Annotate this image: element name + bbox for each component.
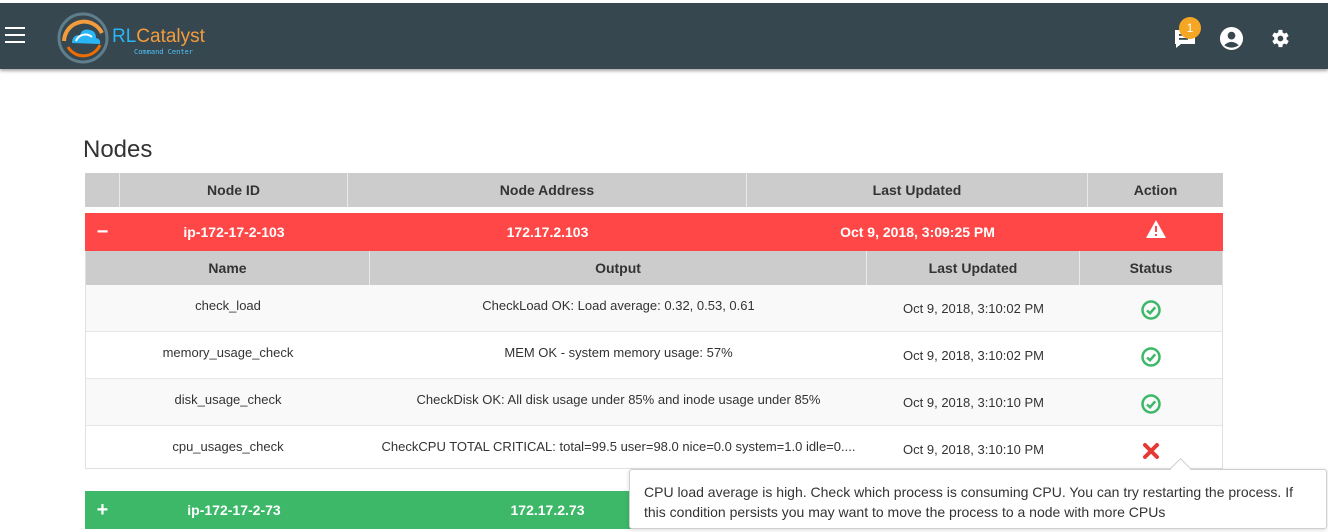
check-row: check_load CheckLoad OK: Load average: 0…: [86, 285, 1222, 332]
node-id: ip-172-17-2-103: [183, 224, 285, 240]
col-header-node-id: Node ID: [120, 173, 348, 207]
checks-col-output: Output: [370, 251, 867, 285]
check-output: MEM OK - system memory usage: 57%: [504, 345, 733, 360]
check-last-updated: Oct 9, 2018, 3:10:10 PM: [903, 395, 1044, 410]
node-row-critical[interactable]: − ip-172-17-2-103 172.17.2.103 Oct 9, 20…: [85, 213, 1223, 251]
checks-table-body: check_load CheckLoad OK: Load average: 0…: [86, 285, 1222, 468]
checks-col-last-updated: Last Updated: [867, 251, 1080, 285]
expand-node-button[interactable]: +: [85, 499, 120, 522]
logo-emblem-icon: [57, 12, 109, 64]
node-id: ip-172-17-2-73: [187, 502, 281, 518]
app-logo[interactable]: RLCatalyst Command Center: [56, 11, 206, 65]
check-output: CheckCPU TOTAL CRITICAL: total=99.5 user…: [381, 439, 856, 454]
brand-name: RLCatalyst: [112, 26, 205, 47]
check-row: memory_usage_check MEM OK - system memor…: [86, 332, 1222, 379]
check-last-updated: Oct 9, 2018, 3:10:02 PM: [903, 301, 1044, 316]
checks-table-header: Name Output Last Updated Status: [86, 251, 1222, 285]
check-last-updated: Oct 9, 2018, 3:10:02 PM: [903, 348, 1044, 363]
check-ok-icon: [1141, 300, 1161, 320]
check-status[interactable]: [1080, 426, 1222, 468]
check-name: disk_usage_check: [174, 392, 282, 407]
col-header-last-updated: Last Updated: [747, 173, 1088, 207]
checks-col-status: Status: [1129, 260, 1173, 276]
check-output: CheckLoad OK: Load average: 0.32, 0.53, …: [482, 298, 755, 313]
notification-count-badge: 1: [1179, 17, 1201, 39]
node-address: 172.17.2.103: [506, 224, 589, 240]
check-ok-icon: [1141, 394, 1161, 414]
check-status: [1080, 379, 1222, 425]
checks-col-name: Name: [86, 251, 370, 285]
check-output: CheckDisk OK: All disk usage under 85% a…: [416, 392, 821, 407]
check-critical-x-icon[interactable]: [1142, 442, 1160, 460]
settings-gear-icon[interactable]: [1268, 27, 1291, 50]
brand-subtitle: Command Center: [134, 48, 194, 56]
collapse-node-button[interactable]: −: [85, 221, 120, 244]
node-action[interactable]: [1088, 219, 1223, 242]
top-navbar: RLCatalyst Command Center 1: [0, 3, 1328, 69]
nodes-table-header: Node ID Node Address Last Updated Action: [85, 173, 1223, 207]
warning-icon[interactable]: [1145, 219, 1167, 239]
col-header-node-address: Node Address: [348, 173, 747, 207]
status-tooltip: CPU load average is high. Check which pr…: [629, 457, 1327, 529]
check-name: memory_usage_check: [162, 345, 294, 360]
check-last-updated: Oct 9, 2018, 3:10:10 PM: [903, 442, 1044, 457]
check-row: cpu_usages_check CheckCPU TOTAL CRITICAL…: [86, 426, 1222, 468]
check-status: [1080, 285, 1222, 331]
col-header-action: Action: [1133, 182, 1178, 198]
hamburger-menu-icon[interactable]: [5, 27, 25, 43]
node-checks-table: Name Output Last Updated Status check_lo…: [85, 251, 1223, 469]
page-title: Nodes: [83, 136, 153, 163]
tooltip-text: CPU load average is high. Check which pr…: [644, 484, 1293, 520]
check-name: cpu_usages_check: [172, 439, 284, 454]
check-ok-icon: [1141, 347, 1161, 367]
check-row: disk_usage_check CheckDisk OK: All disk …: [86, 379, 1222, 426]
user-account-icon[interactable]: [1219, 26, 1244, 51]
col-header-toggle: [85, 173, 120, 207]
node-last-updated: Oct 9, 2018, 3:09:25 PM: [840, 224, 995, 240]
check-status: [1080, 332, 1222, 378]
check-name: check_load: [195, 298, 261, 313]
